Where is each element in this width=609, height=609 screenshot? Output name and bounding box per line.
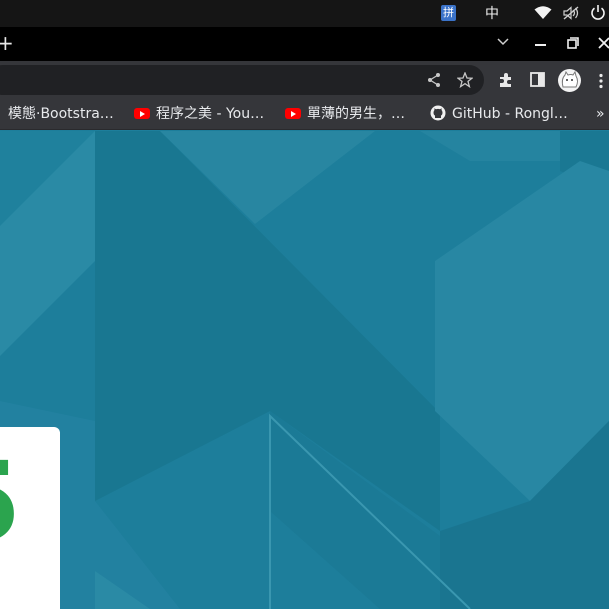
power-icon[interactable] — [590, 4, 606, 21]
browser-toolbar — [0, 61, 609, 98]
side-panel-icon[interactable] — [530, 72, 545, 87]
logo-card: 5 — [0, 427, 60, 609]
extensions-icon[interactable] — [498, 72, 514, 88]
bookmarks-overflow-button[interactable]: » — [596, 104, 605, 124]
menu-icon[interactable] — [598, 73, 604, 89]
close-icon[interactable] — [598, 37, 609, 49]
bookmark-item[interactable]: 程序之美 - You… — [134, 104, 264, 124]
system-top-bar: 拼 中 — [0, 0, 609, 27]
bookmark-label: 程序之美 - You… — [156, 106, 265, 122]
youtube-icon — [285, 108, 301, 119]
maximize-icon[interactable] — [567, 37, 579, 49]
tab-search-icon[interactable] — [496, 37, 510, 47]
bookmark-label: GitHub - Rongl… — [452, 106, 568, 122]
profile-cat-icon — [561, 70, 578, 88]
bookmark-item[interactable]: 模態·Bootstra… — [8, 104, 114, 124]
github-icon — [430, 105, 446, 121]
star-icon[interactable] — [457, 72, 473, 88]
logo-glyph: 5 — [0, 447, 22, 557]
bookmarks-bar: 模態·Bootstra… 程序之美 - You… 單薄的男生，… GitHub … — [0, 98, 609, 130]
page-content: 5 — [0, 131, 609, 609]
input-method-icon[interactable]: 拼 — [441, 5, 456, 21]
bookmark-label: 模態·Bootstra… — [8, 106, 114, 122]
bookmark-label: 單薄的男生，… — [307, 106, 405, 122]
address-bar[interactable] — [0, 65, 484, 95]
wifi-icon[interactable] — [534, 6, 552, 20]
language-indicator[interactable]: 中 — [485, 4, 499, 24]
background-pattern — [0, 131, 609, 609]
youtube-icon — [134, 108, 150, 119]
new-tab-button[interactable]: + — [0, 32, 14, 54]
bookmark-item[interactable]: GitHub - Rongl… — [430, 104, 568, 124]
share-icon[interactable] — [427, 72, 441, 88]
avatar[interactable] — [558, 69, 581, 92]
volume-muted-icon[interactable] — [563, 6, 579, 20]
bookmark-item[interactable]: 單薄的男生，… — [285, 104, 405, 124]
tab-strip: + — [0, 27, 609, 61]
minimize-icon[interactable] — [535, 44, 546, 46]
